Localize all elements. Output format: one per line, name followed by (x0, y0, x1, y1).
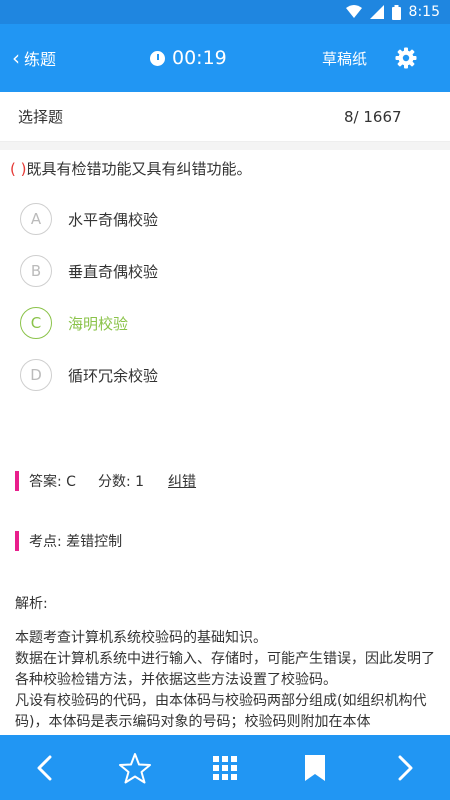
option-a[interactable]: A 水平奇偶校验 (20, 203, 158, 235)
bookmark-button[interactable] (295, 748, 335, 788)
status-bar: 8:15 (0, 0, 450, 24)
report-error-link[interactable]: 纠错 (168, 471, 196, 491)
accent-bar (15, 531, 19, 551)
gear-icon[interactable] (394, 46, 418, 70)
option-letter: D (20, 359, 52, 391)
option-d[interactable]: D 循环冗余校验 (20, 359, 158, 391)
answer-blank: ( ) (10, 160, 27, 178)
question-text: ( )既具有检错功能又具有纠错功能。 (10, 158, 252, 179)
option-text: 水平奇偶校验 (68, 210, 159, 229)
timer[interactable]: 00:19 (150, 24, 227, 92)
wifi-icon (345, 5, 362, 19)
divider (0, 142, 450, 150)
analysis-line: 凡设有校验码的代码，由本体码与校验码两部分组成(如组织机构代码)，本体码是表示编… (15, 693, 427, 730)
app-bar: ‹ 练题 00:19 草稿纸 (0, 24, 450, 92)
favorite-button[interactable] (115, 748, 155, 788)
chevron-left-icon: ‹ (12, 46, 20, 70)
option-letter: B (20, 255, 52, 287)
knowledge-point-text: 考点: 差错控制 (29, 534, 123, 550)
bottom-toolbar (0, 735, 450, 800)
star-icon (119, 752, 151, 783)
option-text: 循环冗余校验 (68, 366, 159, 385)
bookmark-icon (305, 754, 325, 781)
next-button[interactable] (385, 748, 425, 788)
analysis-line: 数据在计算机系统中进行输入、存储时，可能产生错误，因此发明了各种校验检错方法，并… (15, 651, 435, 688)
signal-icon (369, 5, 384, 19)
question-progress[interactable]: 8/ 1667 (344, 108, 402, 126)
option-text: 垂直奇偶校验 (68, 262, 159, 281)
grid-icon (213, 755, 237, 780)
question-type-header: 选择题 8/ 1667 (0, 92, 450, 142)
option-letter: C (20, 307, 52, 339)
analysis-line: 本题考查计算机系统校验码的基础知识。 (15, 630, 267, 646)
timer-value: 00:19 (172, 47, 227, 69)
score-value: 分数: 1 (97, 474, 145, 490)
analysis-body: 本题考查计算机系统校验码的基础知识。 数据在计算机系统中进行输入、存储时，可能产… (15, 628, 435, 733)
battery-icon (391, 4, 401, 20)
option-letter: A (20, 203, 52, 235)
status-time: 8:15 (408, 4, 440, 20)
back-button[interactable]: ‹ 练题 (12, 24, 56, 92)
answer-value: 答案: C (29, 474, 76, 490)
option-text: 海明校验 (68, 314, 129, 333)
back-label: 练题 (24, 50, 57, 69)
question-stem: 既具有检错功能又具有纠错功能。 (26, 160, 252, 178)
accent-bar (15, 471, 19, 491)
question-type-label: 选择题 (18, 108, 64, 126)
chevron-right-icon (398, 755, 413, 780)
analysis-title: 解析: (15, 596, 48, 612)
answer-sheet-button[interactable] (205, 748, 245, 788)
knowledge-point: 考点: 差错控制 (15, 531, 122, 551)
option-b[interactable]: B 垂直奇偶校验 (20, 255, 158, 287)
draft-paper-button[interactable]: 草稿纸 (322, 24, 367, 92)
previous-button[interactable] (25, 748, 65, 788)
clock-icon (150, 50, 165, 66)
answer-info: 答案: C 分数: 1 纠错 (15, 471, 196, 491)
chevron-left-icon (37, 755, 52, 780)
option-c[interactable]: C 海明校验 (20, 307, 128, 339)
